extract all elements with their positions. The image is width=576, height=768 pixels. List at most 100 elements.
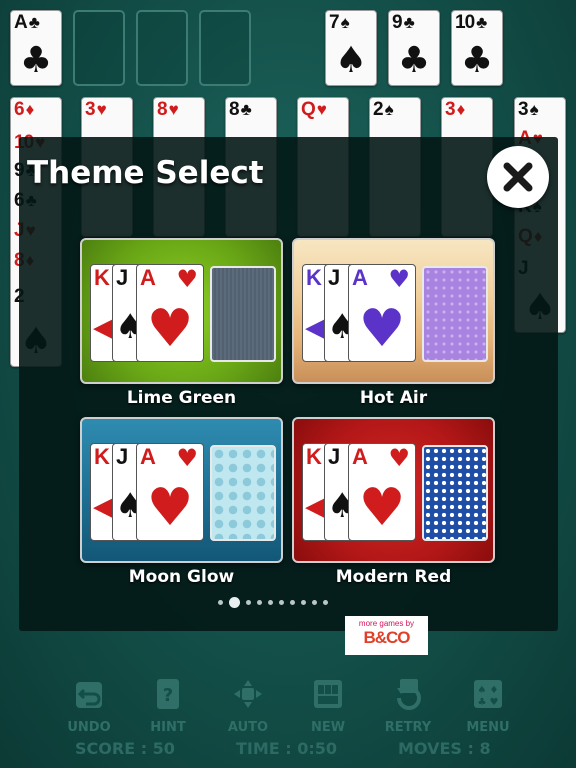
page-dot[interactable] bbox=[301, 600, 306, 605]
ace-of-hearts-card: A ♥ ♥ bbox=[348, 443, 416, 541]
empty-freecell[interactable] bbox=[136, 10, 188, 86]
card-rank: 6 bbox=[14, 99, 25, 120]
card-suit: ♣ bbox=[476, 13, 487, 32]
card-rank: 3 bbox=[445, 99, 456, 120]
hint-button[interactable]: ? HINT bbox=[137, 676, 199, 735]
empty-freecell[interactable] bbox=[73, 10, 125, 86]
foundation-card[interactable]: 7 ♠ ♠ bbox=[325, 10, 377, 86]
card-suit: ♦ bbox=[25, 100, 35, 119]
card-suit: ♣ bbox=[240, 100, 252, 119]
foundation-card[interactable]: 9 ♣ ♣ bbox=[388, 10, 440, 86]
ace-of-hearts-card: A ♥ ♥ bbox=[136, 264, 204, 362]
card-rank: 9 bbox=[392, 12, 403, 33]
undo-icon bbox=[76, 682, 102, 708]
card-suit: ♠ bbox=[340, 13, 350, 32]
menu-button[interactable]: ♠ ♦ ♣ ♥ MENU bbox=[457, 676, 519, 735]
moves-display: MOVES : 8 bbox=[398, 739, 491, 758]
new-game-button[interactable]: NEW bbox=[297, 676, 359, 735]
page-dot-active[interactable] bbox=[229, 597, 240, 608]
new-game-label: NEW bbox=[310, 720, 346, 735]
score-display: SCORE : 50 bbox=[75, 739, 175, 758]
card-suit: ♠ bbox=[529, 100, 539, 119]
page-dot[interactable] bbox=[268, 600, 273, 605]
card-rank: 8 bbox=[157, 99, 168, 120]
card-suit: ♥ bbox=[96, 100, 107, 119]
theme-tile-modern-red[interactable]: K ◀ J ♠ A ♥ ♥ bbox=[292, 417, 495, 563]
card-back bbox=[210, 445, 276, 541]
page-dot[interactable] bbox=[257, 600, 262, 605]
page-dot[interactable] bbox=[246, 600, 251, 605]
svg-text:♥: ♥ bbox=[490, 697, 499, 708]
card-rank: 7 bbox=[329, 12, 340, 33]
page-dot[interactable] bbox=[279, 600, 284, 605]
close-button[interactable] bbox=[487, 146, 549, 208]
club-icon: ♣ bbox=[19, 40, 53, 81]
new-game-icon bbox=[314, 680, 342, 708]
theme-label: Modern Red bbox=[335, 567, 452, 587]
hint-icon: ? bbox=[157, 679, 179, 709]
club-icon: ♣ bbox=[397, 40, 431, 81]
close-icon bbox=[503, 162, 533, 192]
moves-label: MOVES : bbox=[398, 739, 474, 758]
freecell-card[interactable]: A ♣ ♣ bbox=[10, 10, 62, 86]
time-label: TIME : bbox=[236, 739, 292, 758]
page-dot[interactable] bbox=[323, 600, 328, 605]
page-dot[interactable] bbox=[218, 600, 223, 605]
card-rank: 8 bbox=[229, 99, 240, 120]
time-display: TIME : 0:50 bbox=[236, 739, 337, 758]
card-suit: ♠ bbox=[384, 100, 394, 119]
more-games-label: more games by bbox=[358, 619, 415, 628]
svg-text:♦: ♦ bbox=[490, 685, 499, 696]
svg-text:♣: ♣ bbox=[478, 697, 487, 708]
retry-button[interactable]: RETRY bbox=[377, 676, 439, 735]
page-indicator bbox=[218, 597, 328, 608]
card-rank: A bbox=[14, 12, 28, 33]
menu-icon: ♠ ♦ ♣ ♥ bbox=[474, 680, 502, 708]
auto-icon bbox=[234, 680, 262, 708]
theme-tile-moon-glow[interactable]: K ◀ J ♠ A ♥ ♥ bbox=[80, 417, 283, 563]
page-dot[interactable] bbox=[312, 600, 317, 605]
retry-label: RETRY bbox=[384, 720, 432, 735]
svg-text:♠: ♠ bbox=[478, 685, 487, 696]
moves-value: 8 bbox=[479, 739, 491, 758]
hint-label: HINT bbox=[150, 720, 186, 735]
theme-label: Hot Air bbox=[359, 388, 428, 408]
card-rank: 10 bbox=[455, 12, 475, 33]
ace-of-hearts-card: A ♥ ♥ bbox=[348, 264, 416, 362]
spade-icon: ♠ bbox=[334, 40, 368, 81]
more-games-button[interactable]: more games by B&CO bbox=[345, 616, 428, 655]
empty-freecell[interactable] bbox=[199, 10, 251, 86]
card-rank: Q bbox=[301, 99, 316, 120]
undo-button[interactable]: UNDO bbox=[58, 676, 120, 735]
card-back bbox=[210, 266, 276, 362]
score-label: SCORE : bbox=[75, 739, 148, 758]
card-rank: 2 bbox=[373, 99, 384, 120]
card-back bbox=[422, 445, 488, 541]
modal-title: Theme Select bbox=[27, 155, 264, 191]
brand-logo: B&CO bbox=[363, 628, 410, 647]
auto-button[interactable]: AUTO bbox=[217, 676, 279, 735]
card-rank: 3 bbox=[518, 99, 529, 120]
time-value: 0:50 bbox=[297, 739, 338, 758]
svg-text:?: ? bbox=[163, 685, 173, 706]
foundation-card[interactable]: 10 ♣ ♣ bbox=[451, 10, 503, 86]
card-suit: ♣ bbox=[28, 13, 40, 32]
card-suit: ♥ bbox=[316, 100, 327, 119]
page-dot[interactable] bbox=[290, 600, 295, 605]
theme-label: Lime Green bbox=[126, 388, 237, 408]
card-suit: ♥ bbox=[168, 100, 179, 119]
theme-tile-hot-air[interactable]: K ◀ J ♠ A ♥ ♥ bbox=[292, 238, 495, 384]
card-suit: ♦ bbox=[456, 100, 466, 119]
undo-label: UNDO bbox=[67, 720, 111, 735]
card-back bbox=[422, 266, 488, 362]
auto-label: AUTO bbox=[227, 720, 269, 735]
card-suit: ♣ bbox=[403, 13, 415, 32]
club-icon: ♣ bbox=[460, 40, 494, 81]
menu-label: MENU bbox=[466, 720, 510, 735]
theme-label: Moon Glow bbox=[128, 567, 235, 587]
retry-icon bbox=[397, 679, 421, 710]
score-value: 50 bbox=[152, 739, 175, 758]
card-rank: 3 bbox=[85, 99, 96, 120]
theme-tile-lime-green[interactable]: K ◀ J ♠ A ♥ ♥ bbox=[80, 238, 283, 384]
ace-of-hearts-card: A ♥ ♥ bbox=[136, 443, 204, 541]
